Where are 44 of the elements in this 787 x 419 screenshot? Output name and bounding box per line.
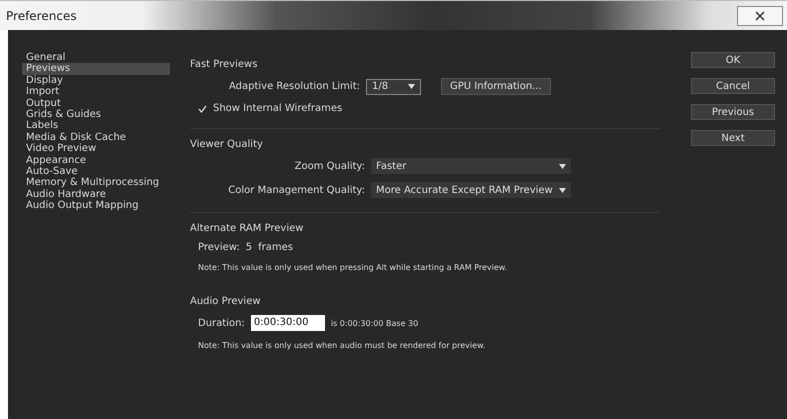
sidebar-item[interactable]: Appearance [22,154,170,166]
sidebar-item[interactable]: Media & Disk Cache [22,132,170,144]
duration-info: is 0:00:30:00 Base 30 [330,318,418,328]
checkmark-icon [198,104,207,112]
sidebar-item[interactable]: General [22,52,170,64]
section-heading: Fast Previews [190,59,258,70]
dialog-button[interactable]: Previous [691,104,775,120]
sidebar-item[interactable]: Grids & Guides [22,109,170,120]
field-label: Duration: [198,318,245,328]
sidebar-item[interactable]: Memory & Multiprocessing [22,177,170,189]
unit-label: frames [258,242,293,253]
gpu-information-button[interactable]: GPU Information... [441,78,551,95]
resolution-dropdown[interactable]: 1/8 [366,78,421,94]
section-heading: Audio Preview [190,296,262,307]
section-heading: Alternate RAM Preview [190,223,304,234]
sidebar-item[interactable]: Auto-Save [22,166,170,178]
close-button[interactable] [737,6,783,26]
sidebar-item[interactable]: Labels [22,120,170,132]
sidebar-item[interactable]: Import [22,86,170,98]
sidebar-item[interactable]: Video Preview [22,143,170,155]
close-icon [753,10,767,20]
sidebar-item[interactable]: Display [22,74,170,86]
sidebar-item[interactable]: Output [22,98,170,110]
field-label: Zoom Quality: [294,160,365,172]
field-label: Adaptive Resolution Limit: [228,81,360,92]
caret-icon [408,84,415,89]
caret-icon [559,164,566,168]
wireframes-checkbox[interactable]: Show Internal Wireframes [190,103,660,114]
sidebar-item[interactable]: Previews [22,63,170,75]
dialog-button[interactable]: OK [691,52,775,68]
dialog-button[interactable]: Cancel [691,78,775,94]
zoom-quality-dropdown[interactable]: Faster [371,158,571,174]
duration-field[interactable]: 0:00:30:00 [250,315,325,331]
frames-value[interactable]: 5 [246,242,252,253]
note-text: Note: This value is only used when audio must be rendered for preview. [197,341,486,350]
caret-icon [559,188,566,192]
section-heading: Viewer Quality [190,139,264,150]
field-label: Color Management Quality: [227,184,365,196]
field-label: Preview: [198,242,240,253]
dialog-button[interactable]: Next [691,130,775,146]
note-text: Note: This value is only used when pressing Alt while starting a RAM Preview. [197,263,508,272]
sidebar-item[interactable]: Audio Hardware [22,188,170,200]
sidebar-item[interactable]: Audio Output Mapping [22,200,170,212]
color-management-dropdown[interactable]: More Accurate Except RAM Preview [371,182,571,198]
